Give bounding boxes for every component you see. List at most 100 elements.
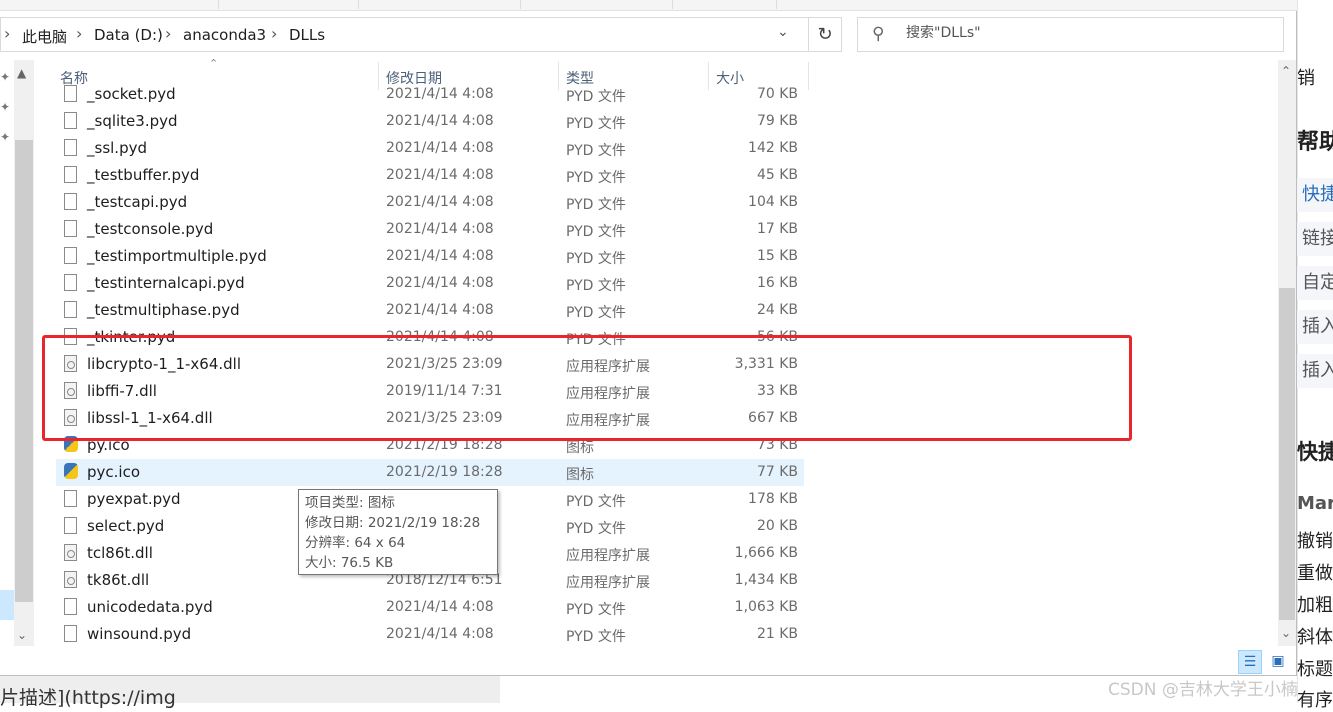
- file-size: 77 KB: [756, 464, 798, 480]
- search-icon: ⚲: [872, 24, 885, 44]
- file-type: PYD 文件: [566, 278, 626, 294]
- file-row[interactable]: _ssl.pyd 2021/4/14 4:08 PYD 文件 142 KB: [56, 135, 804, 162]
- file-name: tcl86t.dll: [87, 544, 153, 562]
- file-icon: [64, 85, 77, 102]
- file-name: _ssl.pyd: [87, 139, 147, 157]
- file-row[interactable]: _testmultiphase.pyd 2021/4/14 4:08 PYD 文件 2…: [56, 297, 804, 324]
- file-type: PYD 文件: [566, 170, 626, 186]
- file-type: PYD 文件: [566, 629, 626, 645]
- file-type: PYD 文件: [566, 143, 626, 159]
- large-icons-view-button[interactable]: ▣: [1266, 650, 1290, 674]
- file-row[interactable]: _testimportmultiple.pyd 2021/4/14 4:08 PYD…: [56, 243, 804, 270]
- file-row[interactable]: unicodedata.pyd 2021/4/14 4:08 PYD 文件 1,063…: [56, 594, 804, 621]
- file-row[interactable]: _testbuffer.pyd 2021/4/14 4:08 PYD 文件 45 KB: [56, 162, 804, 189]
- file-size: 1,434 KB: [734, 572, 798, 588]
- file-row[interactable]: _testinternalcapi.pyd 2021/4/14 4:08 PYD 文…: [56, 270, 804, 297]
- bg-button-insert-1: 插入: [1297, 310, 1333, 344]
- file-name: _testbuffer.pyd: [87, 166, 200, 184]
- file-icon: [64, 220, 77, 237]
- scroll-up-icon[interactable]: ⌃: [1281, 64, 1291, 78]
- bg-text-bold: 加粗: [1297, 595, 1333, 616]
- bg-text-cancel: 销: [1297, 68, 1315, 89]
- bg-text-redo: 重做: [1297, 563, 1333, 584]
- file-date: 2021/4/14 4:08: [386, 113, 494, 129]
- breadcrumb-this-pc[interactable]: 此电脑: [22, 26, 67, 47]
- bg-text-undo: 撤销: [1297, 531, 1333, 552]
- file-name: _testmultiphase.pyd: [87, 301, 240, 319]
- breadcrumb-dlls[interactable]: DLLs: [289, 26, 325, 44]
- file-size: 1,063 KB: [734, 599, 798, 615]
- file-list-scrollbar-thumb[interactable]: [1279, 288, 1295, 620]
- details-view-icon: ☰: [1243, 654, 1257, 670]
- pin-icon[interactable]: ✦: [0, 130, 10, 144]
- file-name: _sqlite3.pyd: [87, 112, 178, 130]
- scroll-up-icon[interactable]: ▲: [17, 66, 26, 80]
- file-row[interactable]: _testcapi.pyd 2021/4/14 4:08 PYD 文件 104 KB: [56, 189, 804, 216]
- file-date: 2021/4/14 4:08: [386, 86, 494, 102]
- file-name: _testcapi.pyd: [87, 193, 188, 211]
- file-date: 2021/4/14 4:08: [386, 599, 494, 615]
- python-icon: [64, 463, 78, 479]
- file-type: PYD 文件: [566, 305, 626, 321]
- bg-button-link: 链接: [1297, 222, 1333, 256]
- file-size: 17 KB: [756, 221, 798, 237]
- file-size: 79 KB: [756, 113, 798, 129]
- file-row[interactable]: winsound.pyd 2021/4/14 4:08 PYD 文件 21 KB: [56, 621, 804, 646]
- pin-icon[interactable]: ✦: [0, 100, 10, 114]
- chevron-right-icon[interactable]: ›: [165, 24, 171, 43]
- file-type: 图标: [566, 467, 594, 483]
- file-name: pyc.ico: [87, 463, 141, 481]
- scroll-down-icon[interactable]: ⌄: [1281, 626, 1291, 640]
- bg-heading-help: 帮助: [1297, 130, 1333, 155]
- file-icon: [64, 166, 77, 183]
- file-icon: [64, 301, 77, 318]
- tooltip-date: 修改日期: 2021/2/19 18:28: [305, 515, 481, 531]
- file-date: 2021/4/14 4:08: [386, 221, 494, 237]
- nav-scrollbar-thumb[interactable]: [15, 140, 33, 602]
- address-bar[interactable]: › 此电脑 › Data (D:) › anaconda3 › DLLs ⌄: [0, 17, 842, 52]
- file-row[interactable]: _testconsole.pyd 2021/4/14 4:08 PYD 文件 17 K…: [56, 216, 804, 243]
- file-icon: [64, 598, 77, 615]
- breadcrumb-anaconda3[interactable]: anaconda3: [183, 26, 266, 44]
- refresh-icon: ↻: [817, 24, 833, 45]
- file-type: 应用程序扩展: [566, 548, 650, 564]
- search-box[interactable]: ⚲: [857, 17, 1284, 52]
- file-date: 2021/4/14 4:08: [386, 275, 494, 291]
- file-name: _testinternalcapi.pyd: [87, 274, 245, 292]
- file-type: 应用程序扩展: [566, 575, 650, 591]
- nav-selected-item[interactable]: [0, 590, 14, 620]
- file-row[interactable]: _sqlite3.pyd 2021/4/14 4:08 PYD 文件 79 KB: [56, 108, 804, 135]
- breadcrumb-data-drive[interactable]: Data (D:): [94, 26, 163, 44]
- dll-icon: [64, 571, 77, 588]
- file-tooltip: 项目类型: 图标 修改日期: 2021/2/19 18:28 分辨率: 64 x…: [298, 489, 498, 575]
- file-date: 2021/4/14 4:08: [386, 626, 494, 642]
- bg-button-shortcut: 快捷: [1297, 178, 1333, 212]
- details-view-button[interactable]: ☰: [1238, 650, 1262, 674]
- bg-markdown-text: 片描述](https://img: [0, 687, 176, 709]
- file-type: PYD 文件: [566, 224, 626, 240]
- file-date: 2021/4/14 4:08: [386, 140, 494, 156]
- file-icon: [64, 274, 77, 291]
- pin-icon[interactable]: ✦: [0, 70, 10, 84]
- file-size: 1,666 KB: [734, 545, 798, 561]
- chevron-right-icon[interactable]: ›: [76, 24, 82, 43]
- file-row[interactable]: pyc.ico 2021/2/19 18:28 图标 77 KB: [56, 459, 804, 486]
- file-size: 15 KB: [756, 248, 798, 264]
- file-date: 2021/4/14 4:08: [386, 248, 494, 264]
- file-date: 2021/2/19 18:28: [386, 464, 503, 480]
- watermark: CSDN @吉林大学王小楠: [1108, 680, 1298, 700]
- chevron-right-icon[interactable]: ›: [4, 24, 10, 43]
- bg-text-markdown: Mark: [1297, 493, 1333, 514]
- search-input[interactable]: [904, 24, 1268, 42]
- chevron-down-icon[interactable]: ⌄: [777, 24, 789, 40]
- bg-heading-shortcut: 快捷: [1297, 440, 1333, 464]
- chevron-right-icon[interactable]: ›: [271, 24, 277, 43]
- refresh-button[interactable]: ↻: [808, 17, 842, 52]
- file-size: 16 KB: [756, 275, 798, 291]
- file-size: 178 KB: [748, 491, 798, 507]
- bg-button-custom: 自定: [1297, 266, 1333, 300]
- file-icon: [64, 625, 77, 642]
- scroll-down-icon[interactable]: ⌄: [17, 628, 27, 642]
- file-name: select.pyd: [87, 517, 165, 535]
- file-row[interactable]: _socket.pyd 2021/4/14 4:08 PYD 文件 70 KB: [56, 81, 804, 108]
